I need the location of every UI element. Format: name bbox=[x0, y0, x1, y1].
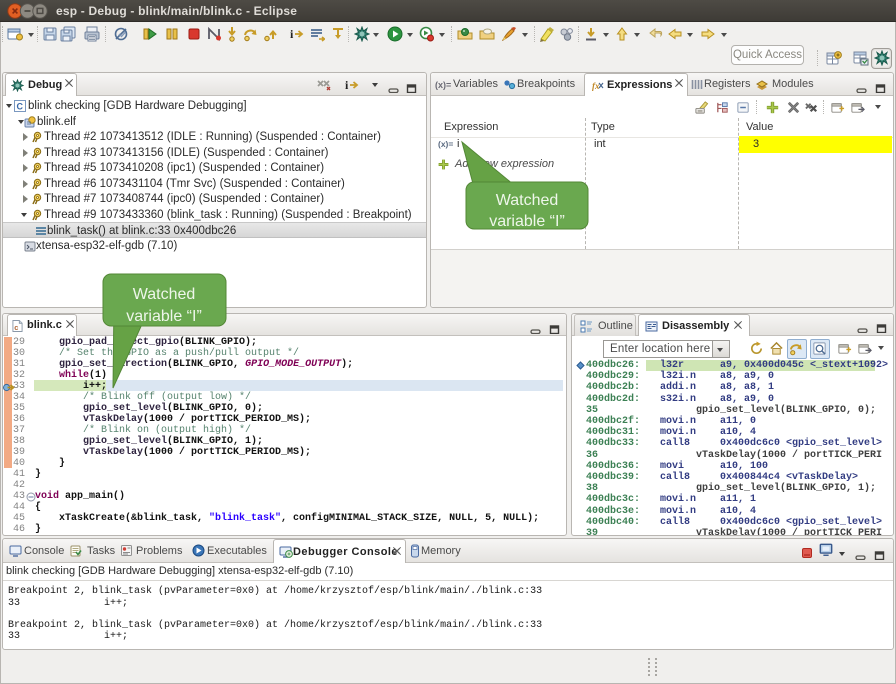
svg-text:C: C bbox=[17, 102, 24, 112]
svg-text:fx: fx bbox=[592, 81, 600, 91]
svg-text:i: i bbox=[290, 27, 294, 41]
svg-text:i: i bbox=[345, 78, 349, 92]
svg-text:c: c bbox=[14, 323, 18, 332]
